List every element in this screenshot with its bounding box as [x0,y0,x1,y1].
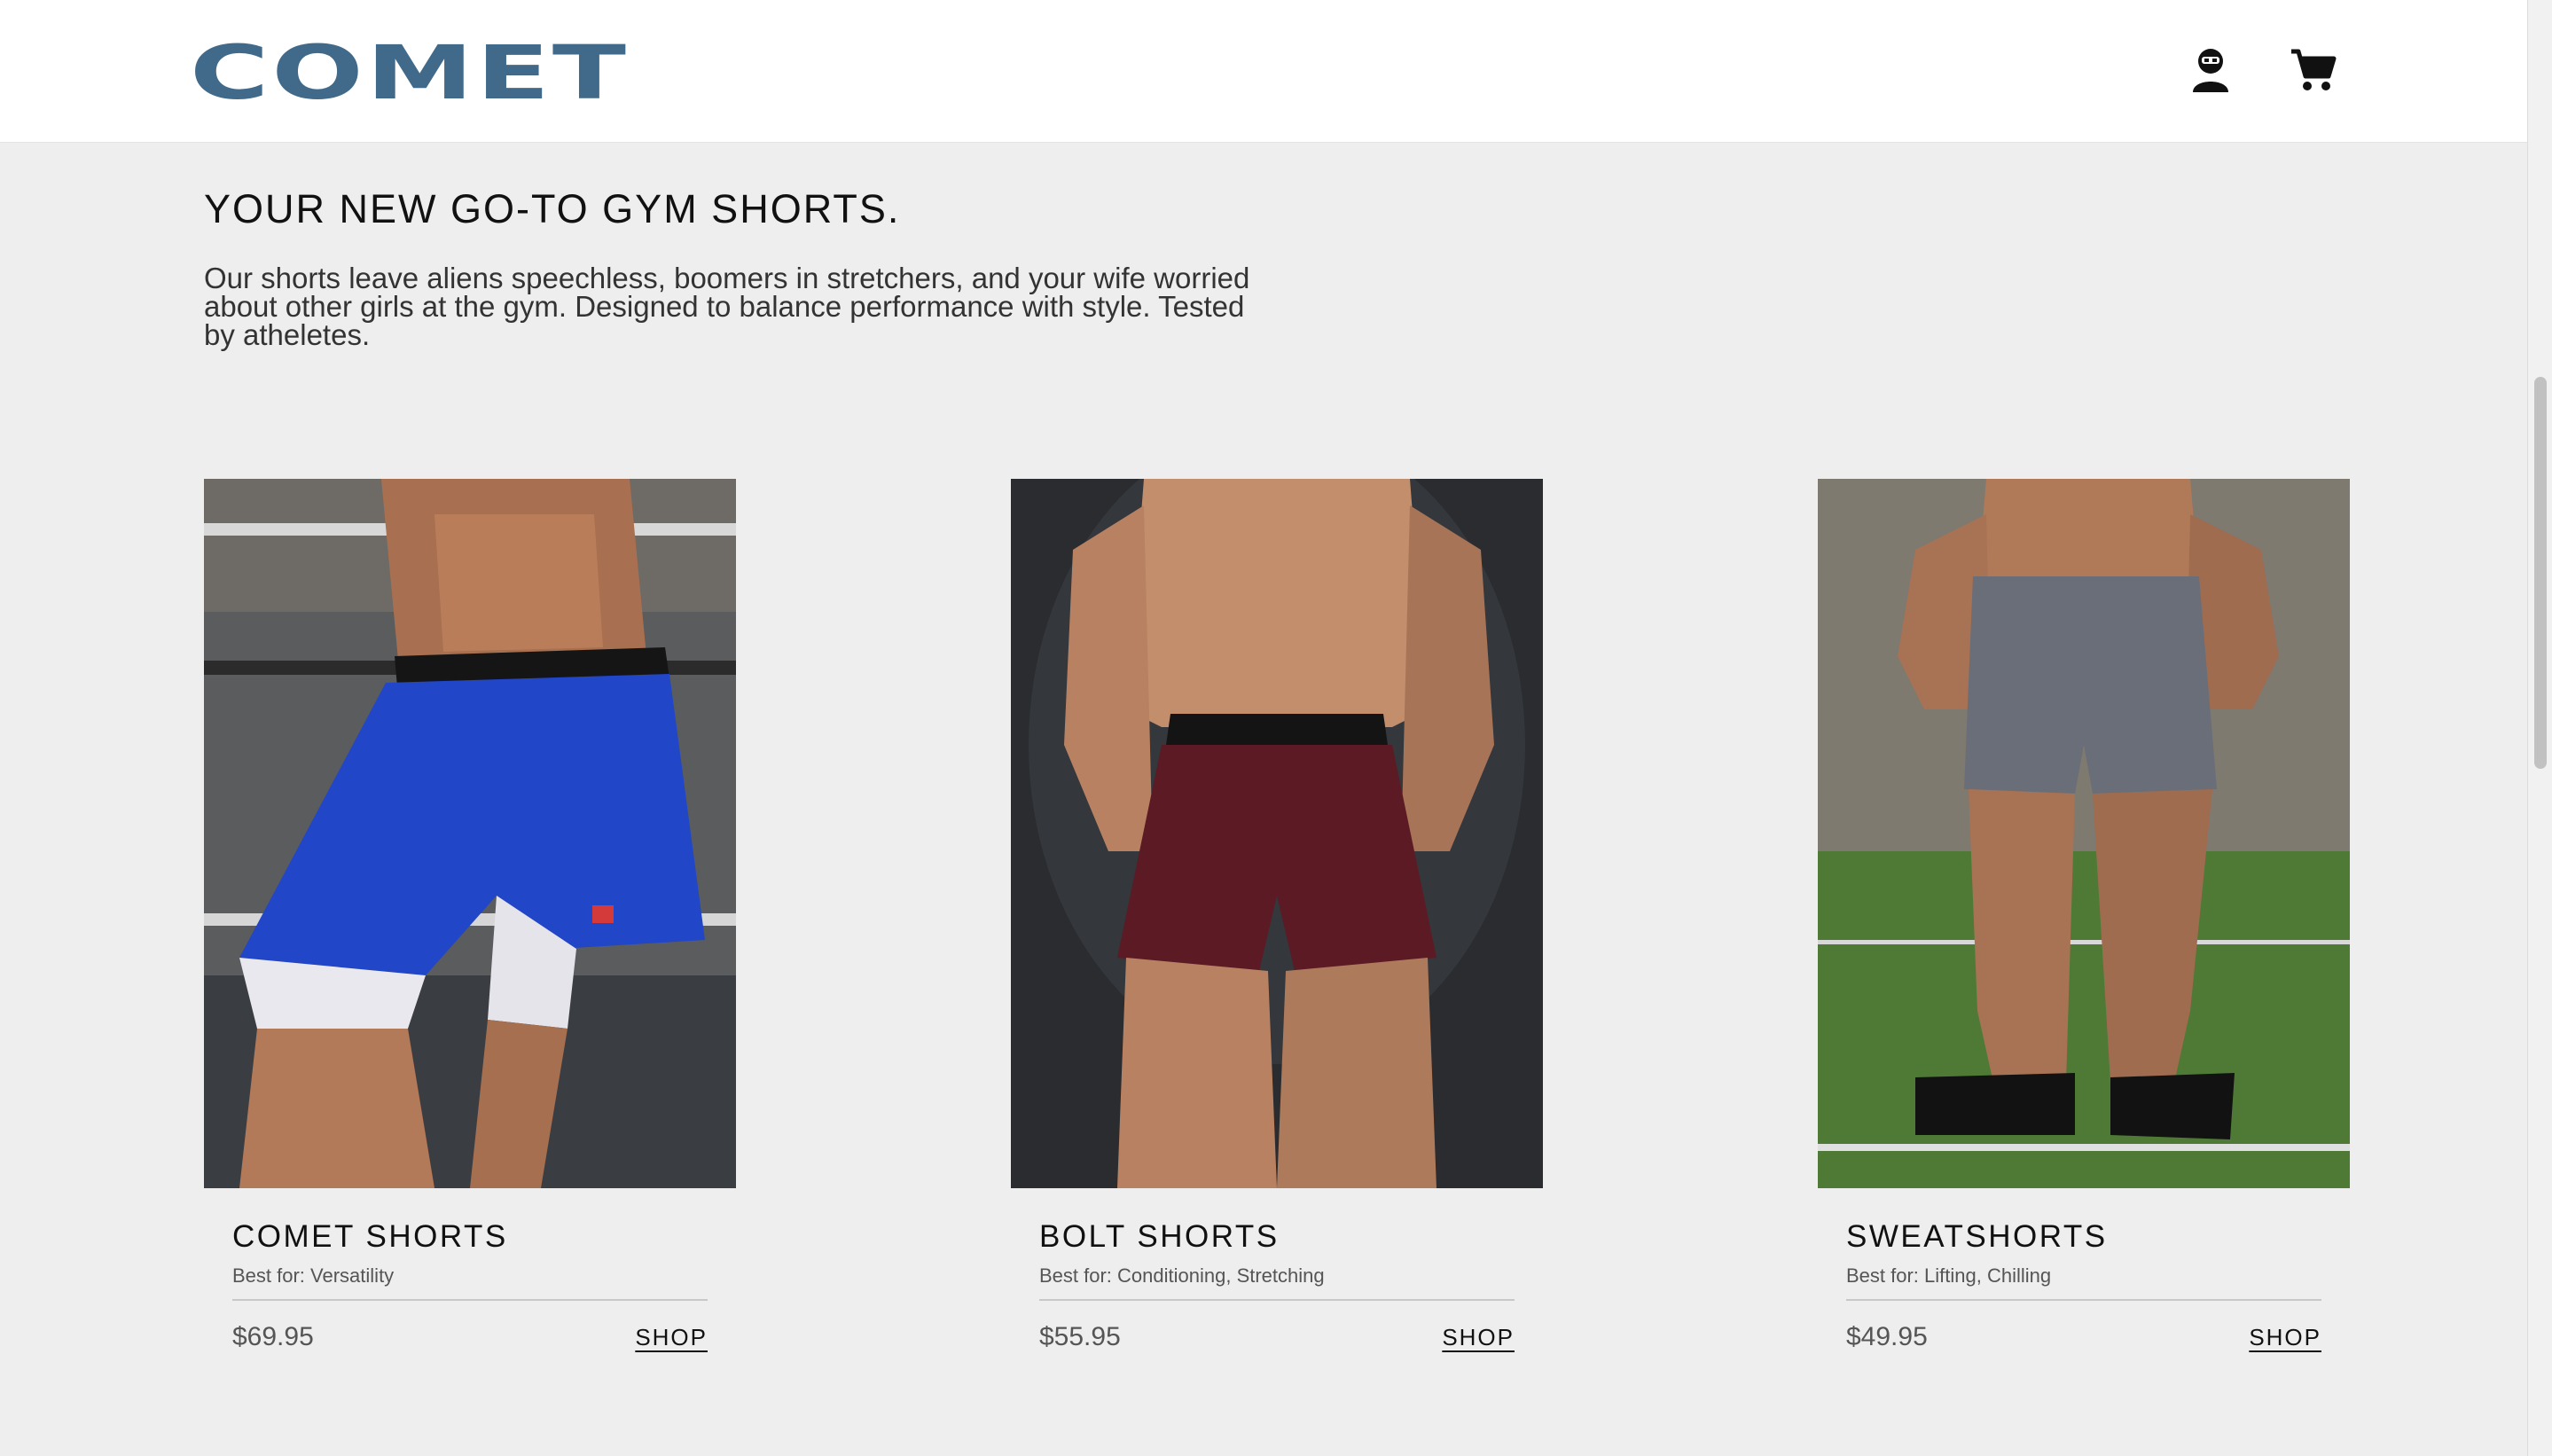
product-card-comet-shorts[interactable]: COMET SHORTS Best for: Versatility $69.9… [204,479,736,1352]
shop-button[interactable]: SHOP [635,1324,708,1351]
product-image-sweatshorts[interactable] [1818,479,2350,1188]
card-footer: $55.95 SHOP [1039,1322,1515,1352]
shop-button[interactable]: SHOP [2249,1324,2321,1351]
product-price: $69.95 [232,1321,314,1351]
card-divider [1039,1298,1515,1301]
product-price: $55.95 [1039,1321,1121,1351]
cart-icon[interactable] [2288,44,2337,94]
product-name[interactable]: SWEATSHORTS [1846,1219,2321,1255]
site-header: COMET [0,0,2527,142]
product-name[interactable]: BOLT SHORTS [1039,1219,1515,1255]
card-divider [1846,1298,2321,1301]
product-best-for: Best for: Conditioning, Stretching [1039,1264,1325,1287]
card-divider [232,1298,708,1301]
product-card-bolt-shorts[interactable]: BOLT SHORTS Best for: Conditioning, Stre… [1011,479,1543,1352]
card-footer: $69.95 SHOP [232,1322,708,1352]
product-image-bolt-shorts[interactable] [1011,479,1543,1188]
shop-button[interactable]: SHOP [1442,1324,1515,1351]
product-info: BOLT SHORTS Best for: Conditioning, Stre… [1039,1219,1515,1352]
product-best-for: Best for: Versatility [232,1264,395,1287]
product-card-sweatshorts[interactable]: SWEATSHORTS Best for: Lifting, Chilling … [1818,479,2350,1352]
card-footer: $49.95 SHOP [1846,1322,2321,1352]
product-info: COMET SHORTS Best for: Versatility $69.9… [232,1219,708,1352]
comet-logo[interactable]: COMET [190,35,629,110]
product-best-for: Best for: Lifting, Chilling [1846,1264,2052,1287]
product-price: $49.95 [1846,1321,1928,1351]
account-icon[interactable] [2186,44,2235,94]
product-image-comet-shorts[interactable] [204,479,736,1188]
intro-description: Our shorts leave aliens speechless, boom… [204,262,1250,351]
scrollbar-thumb[interactable] [2534,377,2547,769]
product-name[interactable]: COMET SHORTS [232,1219,708,1255]
page-title: YOUR NEW GO-TO GYM SHORTS. [204,186,901,231]
product-info: SWEATSHORTS Best for: Lifting, Chilling … [1846,1219,2321,1352]
